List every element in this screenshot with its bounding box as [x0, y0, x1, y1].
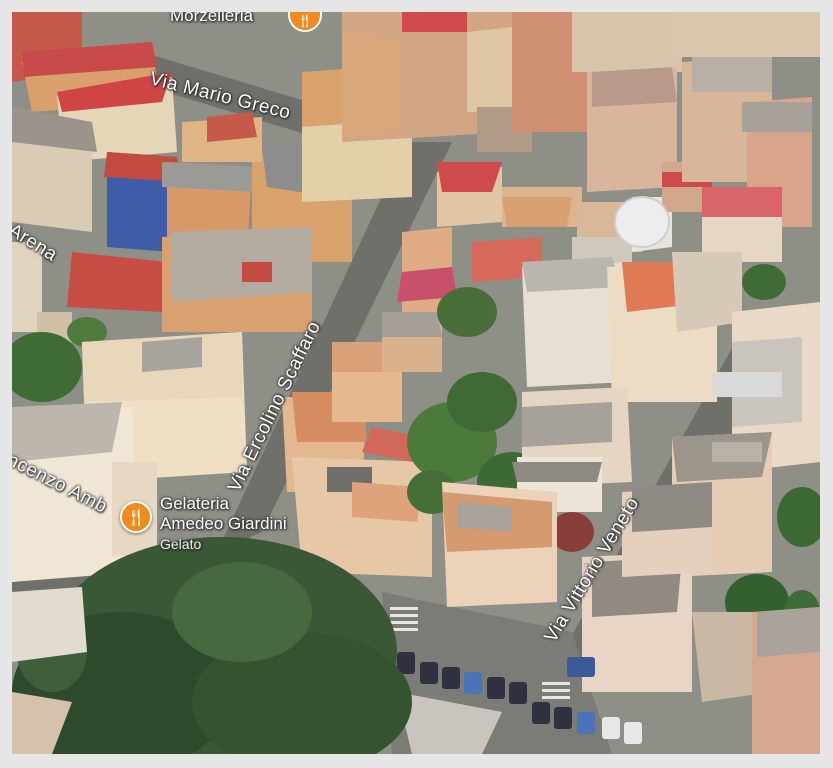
- gelateria-pin[interactable]: 🍴︎: [120, 501, 152, 533]
- gelateria-name-line2[interactable]: Amedeo Giardini: [160, 514, 287, 534]
- gelateria-name-line1[interactable]: Gelateria: [160, 494, 229, 514]
- map-frame: Via Mario Greco Via Ercolino Scaffaro Vi…: [0, 0, 833, 768]
- gelateria-category: Gelato: [160, 536, 201, 552]
- fork-knife-icon: 🍴︎: [125, 509, 147, 526]
- aerial-3d-imagery[interactable]: [12, 12, 820, 754]
- mozzarella-name[interactable]: Morzelleria: [170, 12, 253, 26]
- map-view[interactable]: Via Mario Greco Via Ercolino Scaffaro Vi…: [12, 12, 820, 754]
- fork-knife-icon: 🍴︎: [297, 13, 314, 29]
